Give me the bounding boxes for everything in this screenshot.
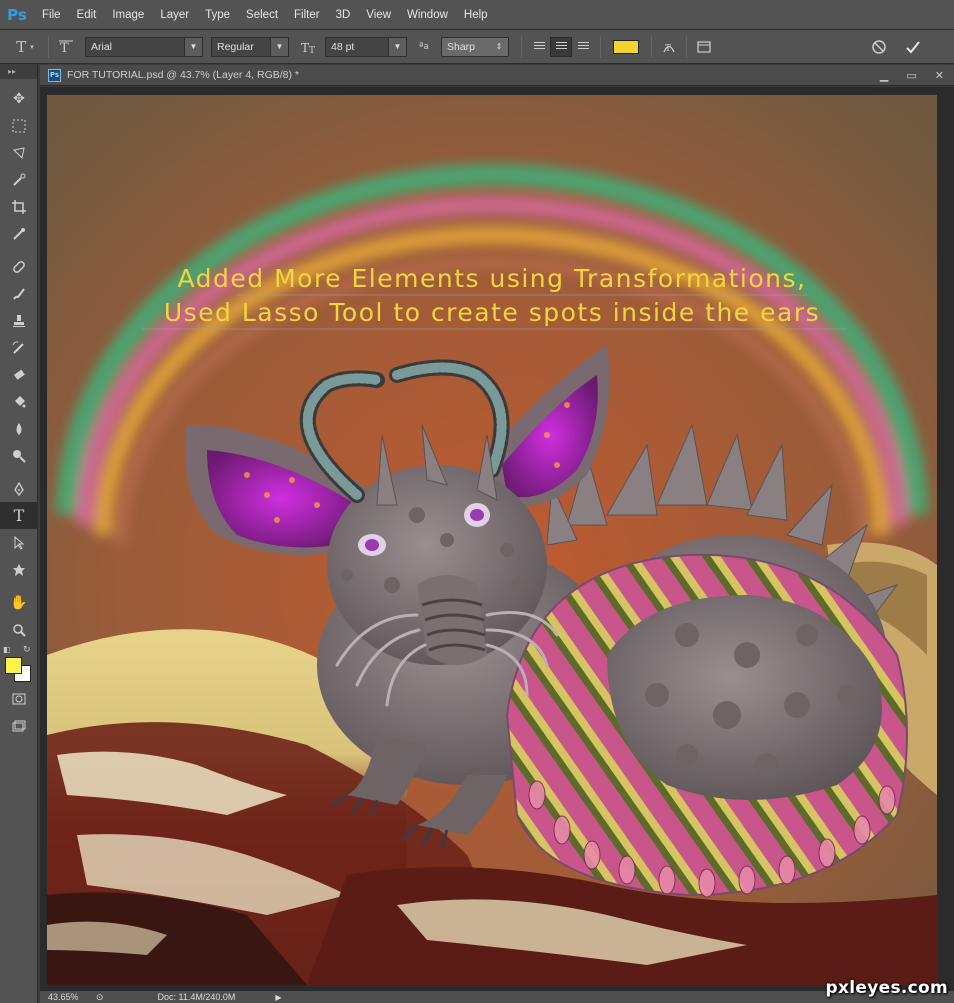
font-size-icon: TT [299,36,321,58]
custom-shape-tool-icon[interactable] [0,556,38,583]
menu-view[interactable]: View [358,0,399,30]
export-icon[interactable]: ⊙ [96,992,104,1003]
blur-tool-icon[interactable] [0,415,38,442]
quick-mask-icon[interactable] [0,685,38,712]
screen-mode-icon[interactable] [0,712,38,739]
paint-bucket-tool-icon[interactable] [0,388,38,415]
align-center-icon [555,42,567,51]
pen-tool-icon[interactable] [0,475,38,502]
align-right-icon [577,42,589,51]
panel-collapse-icon[interactable]: ▸▸ [0,65,37,79]
svg-text:T: T [309,46,315,55]
cancel-edits-icon[interactable] [868,36,890,58]
font-family-value: Arial [91,40,113,53]
text-orientation-icon[interactable]: T [55,36,77,58]
quick-selection-tool-icon[interactable] [0,166,38,193]
marquee-tool-icon[interactable] [0,112,38,139]
default-colors-icon[interactable]: ◧ [3,645,11,654]
antialias-select[interactable]: Sharp ⇕ [441,36,509,57]
healing-brush-tool-icon[interactable] [0,253,38,280]
menu-filter[interactable]: Filter [286,0,328,30]
dodge-tool-icon[interactable] [0,442,38,469]
menu-file[interactable]: File [34,0,69,30]
status-bar: 43.65% ⊙ Doc: 11.4M/240.0M ▶ [40,990,954,1003]
chevron-updown-icon: ⇕ [490,37,508,56]
crop-tool-icon[interactable] [0,193,38,220]
type-tool-preset-icon[interactable]: T ▾ [8,36,42,58]
color-swatches: ◧ ↻ [0,643,38,685]
divider [521,35,522,58]
menu-edit[interactable]: Edit [69,0,105,30]
svg-text:T: T [665,44,671,54]
eraser-tool-icon[interactable] [0,361,38,388]
document-title: FOR TUTORIAL.psd @ 43.7% (Layer 4, RGB/8… [67,69,300,81]
menu-3d[interactable]: 3D [328,0,359,30]
antialias-icon: ªa [419,41,429,52]
watermark: pxleyes.com [825,978,948,998]
document-tab[interactable]: Ps FOR TUTORIAL.psd @ 43.7% (Layer 4, RG… [40,65,954,86]
options-bar: T ▾ T Arial ▼ Regular ▼ TT 48 pt ▼ ªa Sha… [0,30,954,64]
menu-help[interactable]: Help [456,0,496,30]
menu-layer[interactable]: Layer [152,0,197,30]
font-size-value: 48 pt [331,40,355,53]
font-family-select[interactable]: Arial ▼ [85,36,203,57]
swap-colors-icon[interactable]: ↻ [23,645,31,655]
menu-select[interactable]: Select [238,0,286,30]
menu-bar: Ps File Edit Image Layer Type Select Fil… [0,0,954,30]
zoom-tool-icon[interactable] [0,616,38,643]
move-tool-icon[interactable]: ✥ [0,85,38,112]
caption-line-2: Used Lasso Tool to create spots inside t… [164,298,820,327]
warp-text-icon[interactable]: T [658,36,680,58]
maximize-icon[interactable]: ▭ [906,69,916,82]
type-tool-icon[interactable]: T [0,502,38,529]
status-menu-arrow-icon[interactable]: ▶ [275,993,281,1002]
divider [686,35,687,58]
caption-line-1: Added More Elements using Transformation… [177,264,806,293]
divider [48,35,49,58]
minimize-icon[interactable]: ▁ [880,69,888,82]
close-icon[interactable]: ✕ [935,69,944,82]
brush-tool-icon[interactable] [0,280,38,307]
menu-window[interactable]: Window [399,0,456,30]
svg-text:T: T [60,41,69,55]
font-style-select[interactable]: Regular ▼ [211,36,289,57]
font-style-value: Regular [217,40,254,53]
chevron-down-icon: ▼ [184,37,202,56]
clone-stamp-tool-icon[interactable] [0,307,38,334]
photoshop-window: Ps File Edit Image Layer Type Select Fil… [0,0,954,1003]
divider [651,35,652,58]
hand-tool-icon[interactable]: ✋ [0,589,38,616]
artwork-canvas[interactable]: Added More Elements using Transformation… [47,95,937,985]
foreground-color-swatch[interactable] [5,657,22,674]
document-size: Doc: 11.4M/240.0M [157,992,236,1002]
artwork-illustration: Added More Elements using Transformation… [47,95,937,985]
align-center-button[interactable] [550,36,572,57]
commit-edits-icon[interactable] [902,36,924,58]
lasso-tool-icon[interactable] [0,139,38,166]
antialias-value: Sharp [447,40,476,53]
font-size-select[interactable]: 48 pt ▼ [325,36,407,57]
zoom-level[interactable]: 43.65% [48,992,96,1002]
photoshop-logo: Ps [7,5,27,24]
tools-panel: ▸▸ ✥ T ✋ ◧ ↻ [0,65,38,1003]
align-left-icon [533,42,545,51]
align-right-button[interactable] [572,37,594,57]
canvas-area[interactable]: Added More Elements using Transformation… [40,87,954,990]
menu-image[interactable]: Image [104,0,152,30]
character-panel-icon[interactable] [693,36,715,58]
svg-text:T: T [301,41,309,55]
chevron-down-icon: ▼ [270,37,288,56]
align-left-button[interactable] [528,37,550,57]
psd-file-icon: Ps [48,68,61,82]
history-brush-tool-icon[interactable] [0,334,38,361]
window-controls: ▁ ▭ ✕ [880,65,944,86]
divider [600,35,601,58]
text-color-swatch[interactable] [613,39,639,54]
chevron-down-icon: ▼ [388,37,406,56]
menu-type[interactable]: Type [197,0,238,30]
eyedropper-tool-icon[interactable] [0,220,38,247]
path-selection-tool-icon[interactable] [0,529,38,556]
